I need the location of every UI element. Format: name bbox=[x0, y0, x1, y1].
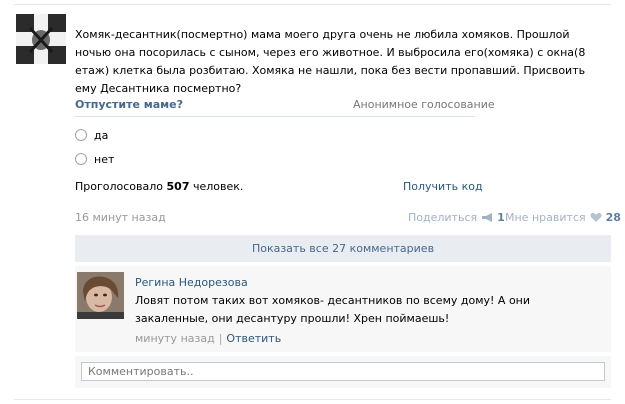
poll-type: Анонимное голосование bbox=[353, 98, 495, 111]
comment-author-link[interactable]: Регина Недорезова bbox=[135, 276, 248, 289]
poll-option-label: да bbox=[94, 128, 109, 142]
radio-icon[interactable] bbox=[75, 153, 87, 165]
share-button[interactable]: Поделиться 1 bbox=[408, 211, 505, 224]
top-divider bbox=[14, 4, 611, 5]
votes-suffix: человек. bbox=[193, 180, 244, 193]
megaphone-icon bbox=[482, 213, 493, 222]
share-count: 1 bbox=[497, 211, 505, 224]
poll-divider bbox=[75, 116, 475, 117]
poll-votes: Проголосовало 507 человек. bbox=[75, 180, 243, 193]
comment-input[interactable]: Комментировать.. bbox=[81, 362, 605, 381]
comment-avatar[interactable] bbox=[77, 272, 124, 319]
show-all-comments-button[interactable]: Показать все 27 комментариев bbox=[75, 235, 611, 262]
comment-meta: минуту назад | Ответить bbox=[135, 332, 281, 345]
like-button[interactable]: Мне нравится 28 bbox=[505, 211, 621, 224]
votes-count: 507 bbox=[166, 180, 190, 193]
poll-option-yes[interactable]: да bbox=[75, 128, 108, 142]
post-text: Хомяк-десантник(посмертно) мама моего др… bbox=[75, 28, 586, 95]
post-avatar[interactable] bbox=[16, 14, 66, 64]
comment-input-area: Комментировать.. bbox=[75, 356, 611, 388]
comment-time[interactable]: минуту назад bbox=[135, 332, 215, 345]
like-label: Мне нравится bbox=[505, 211, 586, 224]
poll-option-no[interactable]: нет bbox=[75, 152, 114, 166]
votes-prefix: Проголосовало bbox=[75, 180, 164, 193]
poll-question: Отпустите маме? bbox=[75, 98, 184, 111]
user-photo-image bbox=[77, 272, 124, 319]
post-time[interactable]: 16 минут назад bbox=[75, 211, 166, 224]
comment-text: Ловят потом таких вот хомяков- десантник… bbox=[135, 294, 531, 325]
poll-option-label: нет bbox=[94, 152, 115, 166]
comment-item: Регина Недорезова Ловят потом таких вот … bbox=[75, 266, 611, 352]
share-label: Поделиться bbox=[408, 211, 478, 224]
hamster-x-avatar-image bbox=[16, 14, 66, 64]
reply-link[interactable]: Ответить bbox=[226, 332, 281, 345]
get-code-link[interactable]: Получить код bbox=[403, 180, 483, 193]
heart-icon bbox=[590, 213, 602, 222]
separator: | bbox=[218, 332, 223, 345]
like-count: 28 bbox=[605, 211, 621, 224]
bottom-divider bbox=[14, 399, 611, 400]
radio-icon[interactable] bbox=[75, 129, 87, 141]
